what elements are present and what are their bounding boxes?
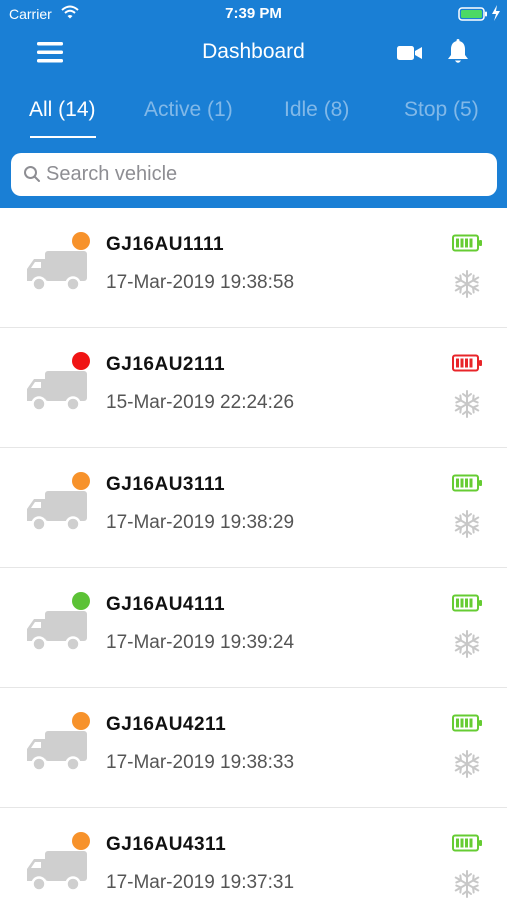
vehicle-plate: GJ16AU4211 — [106, 714, 227, 735]
battery-icon — [452, 834, 482, 852]
last-update-timestamp: 17-Mar-2019 19:38:33 — [106, 752, 295, 773]
status-indicator-dot — [72, 712, 90, 730]
status-indicator-dot — [72, 472, 90, 490]
snowflake-icon — [454, 870, 480, 898]
vehicle-plate: GJ16AU4311 — [106, 834, 227, 855]
vehicle-plate: GJ16AU1111 — [106, 234, 225, 255]
tab-all[interactable]: All (14) — [29, 98, 96, 122]
video-camera-icon[interactable] — [396, 42, 424, 64]
active-tab-indicator — [30, 136, 96, 138]
last-update-timestamp: 17-Mar-2019 19:38:58 — [106, 272, 295, 293]
tab-active[interactable]: Active (1) — [144, 98, 233, 122]
vehicle-row-gj16au4311[interactable]: GJ16AU4311 17-Mar-2019 19:37:31 — [0, 808, 507, 900]
status-indicator-dot — [72, 352, 90, 370]
tab-idle[interactable]: Idle (8) — [284, 98, 349, 122]
battery-icon — [452, 714, 482, 732]
vehicle-row-gj16au1111[interactable]: GJ16AU1111 17-Mar-2019 19:38:58 — [0, 208, 507, 328]
last-update-timestamp: 17-Mar-2019 19:39:24 — [106, 632, 295, 653]
status-indicator-dot — [72, 232, 90, 250]
last-update-timestamp: 17-Mar-2019 19:37:31 — [106, 872, 295, 893]
last-update-timestamp: 17-Mar-2019 19:38:29 — [106, 512, 295, 533]
bell-icon[interactable] — [446, 39, 470, 65]
snowflake-icon — [454, 510, 480, 538]
vehicle-plate: GJ16AU3111 — [106, 474, 226, 495]
battery-icon — [452, 234, 482, 252]
app-header: Carrier 7:39 PM Dashboard All (14) Activ… — [0, 0, 507, 208]
device-battery-icon — [458, 7, 487, 21]
last-update-timestamp: 15-Mar-2019 22:24:26 — [106, 392, 295, 413]
status-bar: Carrier 7:39 PM — [0, 0, 507, 28]
status-indicator-dot — [72, 592, 90, 610]
snowflake-icon — [454, 750, 480, 778]
snowflake-icon — [454, 270, 480, 298]
search-bar — [11, 153, 497, 196]
status-indicator-dot — [72, 832, 90, 850]
filter-tabs: All (14) Active (1) Idle (8) Stop (5) — [0, 88, 507, 138]
vehicle-row-gj16au4211[interactable]: GJ16AU4211 17-Mar-2019 19:38:33 — [0, 688, 507, 808]
search-icon — [24, 166, 40, 182]
battery-icon — [452, 594, 482, 612]
snowflake-icon — [454, 630, 480, 658]
tab-stop[interactable]: Stop (5) — [404, 98, 479, 122]
battery-icon — [452, 474, 482, 492]
battery-icon — [452, 354, 482, 372]
page-title: Dashboard — [202, 40, 305, 63]
nav-bar: Dashboard — [0, 28, 507, 78]
vehicle-row-gj16au3111[interactable]: GJ16AU3111 17-Mar-2019 19:38:29 — [0, 448, 507, 568]
vehicle-list: GJ16AU1111 17-Mar-2019 19:38:58 GJ16AU21… — [0, 208, 507, 900]
search-input[interactable] — [46, 153, 486, 196]
status-time: 7:39 PM — [225, 5, 282, 22]
vehicle-plate: GJ16AU4111 — [106, 594, 226, 615]
vehicle-row-gj16au4111[interactable]: GJ16AU4111 17-Mar-2019 19:39:24 — [0, 568, 507, 688]
charging-bolt-icon — [492, 5, 500, 21]
snowflake-icon — [454, 390, 480, 418]
vehicle-row-gj16au2111[interactable]: GJ16AU2111 15-Mar-2019 22:24:26 — [0, 328, 507, 448]
vehicle-plate: GJ16AU2111 — [106, 354, 226, 375]
